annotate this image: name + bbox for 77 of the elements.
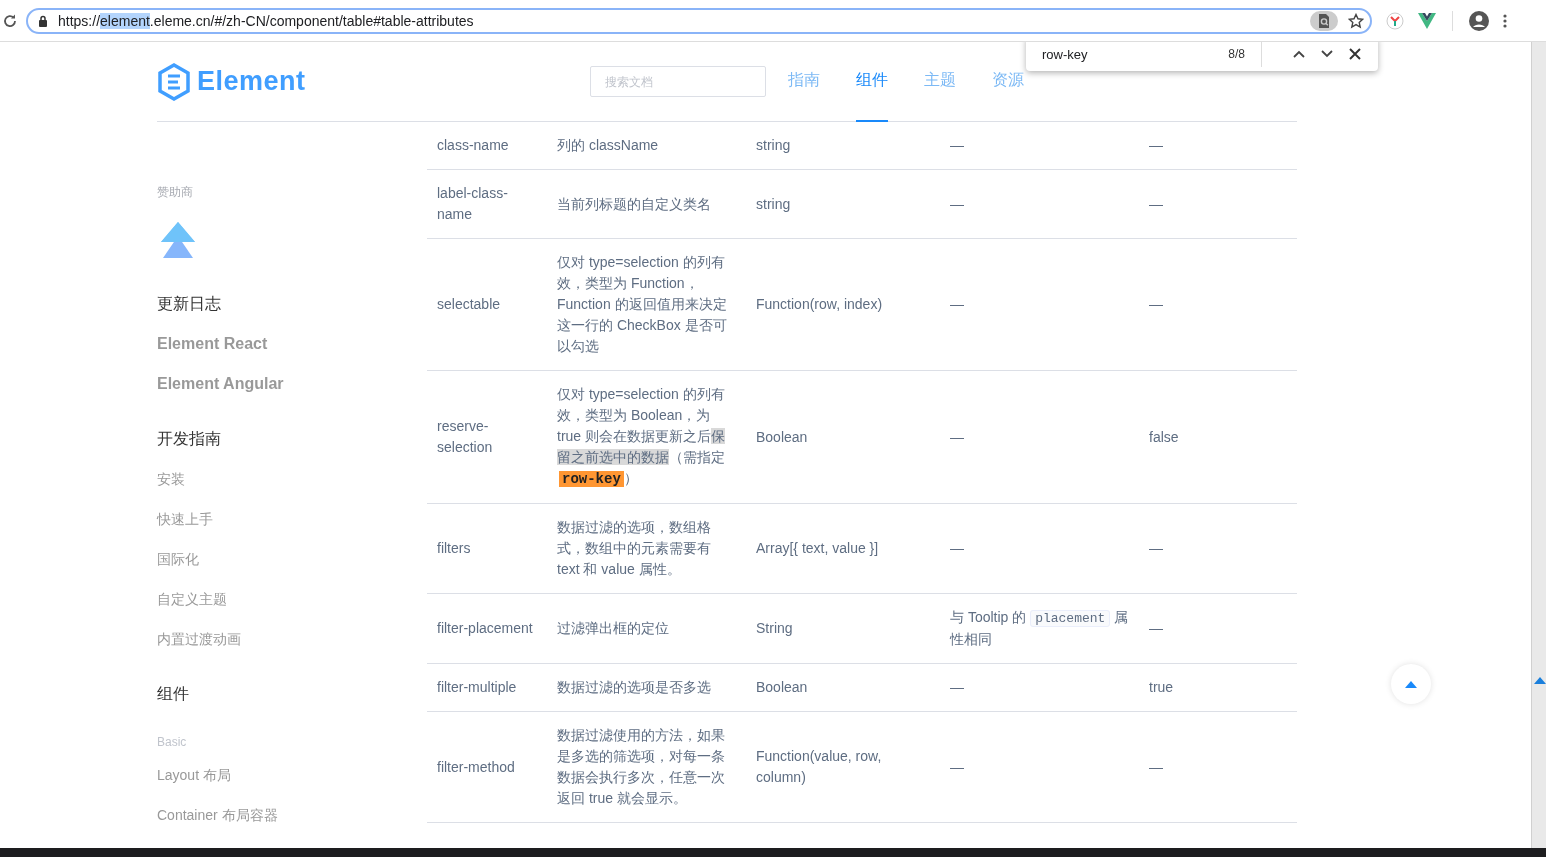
sidebar-link[interactable]: Layout 布局 xyxy=(157,755,427,795)
nav-tab[interactable]: 指南 xyxy=(787,42,820,122)
default-cell: — xyxy=(1139,593,1297,664)
vue-extension-icon[interactable] xyxy=(1418,12,1436,29)
description-cell: 仅对 type=selection 的列有效，类型为 Function，Function 的返回值用来决定这一行的 CheckBox 是否可以勾选 xyxy=(547,238,746,371)
default-cell: — xyxy=(1139,122,1297,170)
options-cell: 与 Tooltip 的 placement 属性相同 xyxy=(940,593,1139,664)
type-cell: String xyxy=(746,593,940,664)
sidebar-link[interactable]: Container 布局容器 xyxy=(157,795,427,835)
type-cell: Array[{ text, value }] xyxy=(746,503,940,594)
description-cell: 列的 className xyxy=(547,122,746,170)
description-cell: 数据过滤使用的方法，如果是多选的筛选项，对每一条数据会执行多次，任意一次返回 true 就会显示。 xyxy=(547,711,746,823)
default-cell: — xyxy=(1139,238,1297,371)
type-cell: Function(row, index) xyxy=(746,238,940,371)
logo-text[interactable]: Element xyxy=(197,66,306,97)
sponsor-caption: 赞助商 xyxy=(157,184,194,201)
param-cell: filter-method xyxy=(427,711,547,823)
param-cell: label-class-name xyxy=(427,169,547,239)
description-cell: 过滤弹出框的定位 xyxy=(547,593,746,664)
options-cell: — xyxy=(940,663,1139,712)
description-cell: 数据过滤的选项是否多选 xyxy=(547,663,746,712)
nav-tab[interactable]: 组件 xyxy=(855,42,888,122)
nav-tab[interactable]: 主题 xyxy=(923,42,956,122)
lock-icon xyxy=(38,14,48,27)
options-cell: — xyxy=(940,122,1139,170)
reload-icon[interactable] xyxy=(2,12,18,29)
more-icon[interactable] xyxy=(1503,12,1507,29)
param-cell: filter-multiple xyxy=(427,663,547,712)
close-icon[interactable] xyxy=(1348,47,1362,61)
star-icon[interactable] xyxy=(1348,12,1364,29)
type-cell: string xyxy=(746,122,940,170)
options-cell: — xyxy=(940,370,1139,504)
back-to-top-button[interactable] xyxy=(1391,664,1431,704)
options-cell: — xyxy=(940,711,1139,823)
section-heading: 组件 xyxy=(157,684,190,704)
sidebar-link[interactable]: Element React xyxy=(157,324,427,364)
options-cell: — xyxy=(940,503,1139,594)
default-cell: — xyxy=(1139,711,1297,823)
url-text: https://element.eleme.cn/#/zh-CN/component/table#table-attributes xyxy=(58,12,475,29)
type-cell: Boolean xyxy=(746,370,940,504)
account-icon[interactable] xyxy=(1469,10,1489,31)
search-field[interactable]: 搜索文档 xyxy=(589,66,766,97)
group-label: Basic xyxy=(157,734,188,751)
param-cell: filters xyxy=(427,503,547,594)
param-cell: reserve-selection xyxy=(427,370,547,504)
description-cell: 当前列标题的自定义类名 xyxy=(547,169,746,239)
find-in-page-icon[interactable] xyxy=(1310,10,1338,31)
param-cell: selectable xyxy=(427,238,547,371)
param-cell: class-name xyxy=(427,122,547,170)
default-cell: — xyxy=(1139,169,1297,239)
sidebar-link[interactable]: Element Angular xyxy=(157,364,427,404)
section-heading: 开发指南 xyxy=(157,429,222,449)
description-cell: 仅对 type=selection 的列有效，类型为 Boolean，为 true 则会在数据更新之后保留之前选中的数据（需指定 row-key ） xyxy=(547,370,746,504)
sidebar-link[interactable]: 内置过渡动画 xyxy=(157,619,427,659)
type-cell: Function(value, row, column) xyxy=(746,711,940,823)
default-cell: false xyxy=(1139,370,1297,504)
default-cell: — xyxy=(1139,503,1297,594)
address-bar[interactable]: https://element.eleme.cn/#/zh-CN/component/table#table-attributes xyxy=(26,7,1372,34)
description-cell: 数据过滤的选项，数组格式，数组中的元素需要有 text 和 value 属性。 xyxy=(547,503,746,594)
scroll-up-icon[interactable] xyxy=(1534,676,1546,684)
match-count: 8/8 xyxy=(1228,47,1245,61)
default-cell: true xyxy=(1139,663,1297,712)
sidebar-link[interactable]: 自定义主题 xyxy=(157,579,427,619)
type-cell: Boolean xyxy=(746,663,940,712)
hexagon-logo-icon xyxy=(157,62,191,101)
nav-tab[interactable]: 资源 xyxy=(991,42,1024,122)
extension-icon[interactable] xyxy=(1386,11,1404,30)
type-cell: string xyxy=(746,169,940,239)
options-cell: — xyxy=(940,169,1139,239)
caret-up-icon xyxy=(1405,680,1417,688)
sidebar-link[interactable]: 快速上手 xyxy=(157,499,427,539)
sidebar-link[interactable]: 安装 xyxy=(157,459,427,499)
find-field[interactable]: row-key xyxy=(1042,46,1229,62)
options-cell: — xyxy=(940,238,1139,371)
sidebar-link[interactable]: 国际化 xyxy=(157,539,427,579)
section-heading: 更新日志 xyxy=(157,294,222,314)
param-cell: filter-placement xyxy=(427,593,547,664)
